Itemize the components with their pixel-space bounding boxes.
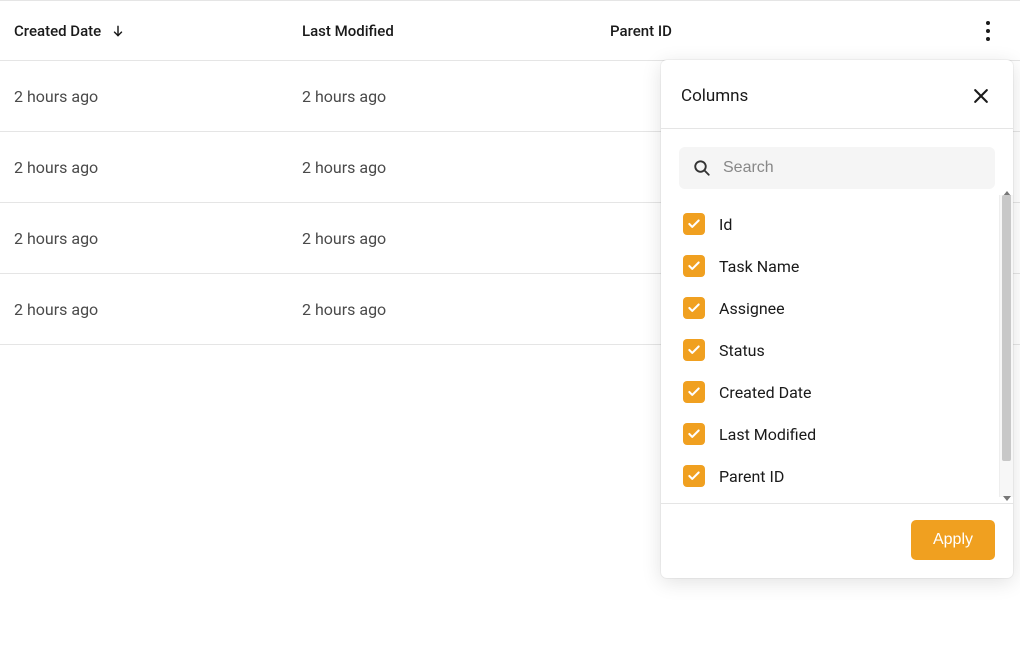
cell-last-modified: 2 hours ago bbox=[288, 87, 596, 106]
column-label: Task Name bbox=[719, 257, 799, 276]
column-item-id[interactable]: Id bbox=[683, 213, 995, 235]
cell-last-modified: 2 hours ago bbox=[288, 229, 596, 248]
kebab-dot-icon bbox=[986, 29, 990, 33]
search-icon bbox=[693, 159, 711, 177]
scrollbar-thumb[interactable] bbox=[1002, 195, 1011, 461]
close-button[interactable] bbox=[969, 84, 993, 108]
kebab-dot-icon bbox=[986, 37, 990, 41]
columns-list-wrapper: Id Task Name Assignee Status bbox=[661, 189, 1013, 503]
cell-created-date: 2 hours ago bbox=[0, 229, 288, 248]
column-item-task-name[interactable]: Task Name bbox=[683, 255, 995, 277]
checkbox-checked-icon bbox=[683, 339, 705, 361]
columns-menu-button[interactable] bbox=[980, 15, 996, 47]
column-item-parent-id[interactable]: Parent ID bbox=[683, 465, 995, 487]
column-label: Created Date bbox=[719, 383, 812, 402]
checkbox-checked-icon bbox=[683, 381, 705, 403]
popover-title: Columns bbox=[681, 86, 748, 106]
cell-last-modified: 2 hours ago bbox=[288, 158, 596, 177]
header-parent-id[interactable]: Parent ID bbox=[596, 22, 916, 40]
scroll-down-arrow-icon bbox=[1003, 496, 1011, 501]
column-label: Id bbox=[719, 215, 732, 234]
column-label: Parent ID bbox=[719, 467, 784, 486]
popover-footer: Apply bbox=[661, 503, 1013, 578]
header-label-last-modified: Last Modified bbox=[302, 22, 394, 40]
column-item-last-modified[interactable]: Last Modified bbox=[683, 423, 995, 445]
cell-created-date: 2 hours ago bbox=[0, 158, 288, 177]
table-header-row: Created Date Last Modified Parent ID bbox=[0, 1, 1020, 61]
sort-descending-icon bbox=[111, 24, 125, 38]
header-last-modified[interactable]: Last Modified bbox=[288, 22, 596, 40]
checkbox-checked-icon bbox=[683, 213, 705, 235]
checkbox-checked-icon bbox=[683, 255, 705, 277]
close-icon bbox=[971, 86, 991, 106]
search-container bbox=[661, 129, 1013, 189]
columns-popover: Columns Id bbox=[661, 60, 1013, 578]
column-label: Last Modified bbox=[719, 425, 816, 444]
column-label: Status bbox=[719, 341, 765, 360]
search-box[interactable] bbox=[679, 147, 995, 189]
checkbox-checked-icon bbox=[683, 297, 705, 319]
column-item-assignee[interactable]: Assignee bbox=[683, 297, 995, 319]
search-input[interactable] bbox=[723, 159, 981, 177]
header-label-created-date: Created Date bbox=[14, 22, 101, 40]
checkbox-checked-icon bbox=[683, 465, 705, 487]
header-created-date[interactable]: Created Date bbox=[0, 22, 288, 40]
column-item-created-date[interactable]: Created Date bbox=[683, 381, 995, 403]
column-item-status[interactable]: Status bbox=[683, 339, 995, 361]
column-label: Assignee bbox=[719, 299, 785, 318]
cell-last-modified: 2 hours ago bbox=[288, 300, 596, 319]
kebab-dot-icon bbox=[986, 21, 990, 25]
scrollbar-track[interactable] bbox=[999, 195, 1013, 497]
header-label-parent-id: Parent ID bbox=[610, 22, 672, 40]
popover-header: Columns bbox=[661, 60, 1013, 129]
cell-created-date: 2 hours ago bbox=[0, 300, 288, 319]
checkbox-checked-icon bbox=[683, 423, 705, 445]
cell-created-date: 2 hours ago bbox=[0, 87, 288, 106]
columns-list: Id Task Name Assignee Status bbox=[683, 213, 995, 487]
apply-button[interactable]: Apply bbox=[911, 520, 995, 560]
